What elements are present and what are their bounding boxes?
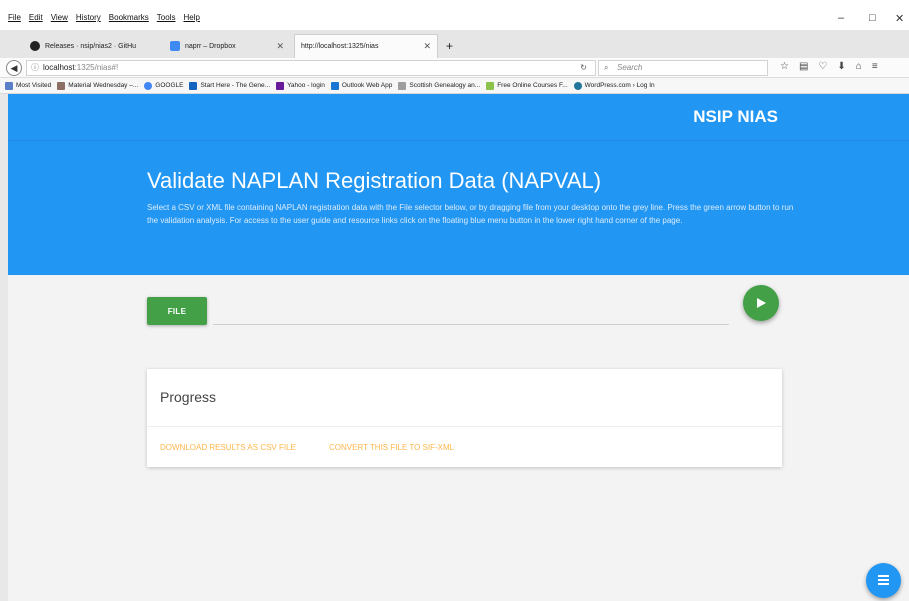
bookmark-icon [57,81,66,90]
url-path: :1325/nias#! [74,63,119,72]
menu-tools[interactable]: Tools [157,13,176,22]
menu-edit[interactable]: Edit [29,13,43,22]
toolbar-icons: ☆ ▤ ♡ ⬇ ⌂ ≡ [780,61,878,72]
download-csv-link[interactable]: DOWNLOAD RESULTS AS CSV FILE [160,443,296,452]
close-window-button[interactable]: ✕ [895,12,904,25]
bookmark-label: Start Here - The Gene... [200,82,271,89]
outlook-icon [330,81,339,90]
dropbox-icon [170,41,180,51]
convert-sif-xml-link[interactable]: CONVERT THIS FILE TO SIF-XML [329,443,454,452]
google-icon [144,81,153,90]
progress-title: Progress [160,389,217,405]
tab-dropbox[interactable]: naprr – Dropbox ✕ [164,34,290,58]
play-icon [757,298,766,308]
star-icon[interactable]: ☆ [780,61,789,72]
info-icon[interactable]: ⓘ [31,61,39,75]
yahoo-icon [276,81,285,90]
bookmark-icon [398,81,407,90]
floating-menu-button[interactable] [866,563,901,598]
tab-label: Releases · nsip/nias2 · GitHu [45,42,137,50]
hamburger-menu-icon[interactable]: ≡ [872,61,878,72]
tab-label: http://localhost:1325/nias [301,43,379,50]
app-header: NSIP NIAS [8,94,909,140]
reload-icon[interactable]: ↻ [580,61,587,75]
menu-file[interactable]: File [8,13,21,22]
bookmark-label: Material Wednesday –... [68,82,139,89]
bookmark-most-visited[interactable]: Most Visited [5,81,52,90]
url-bar[interactable]: ⓘ localhost:1325/nias#! ↻ [26,60,596,76]
bookmark-label: Scottish Genealogy an... [409,82,481,89]
card-divider [147,426,782,427]
tab-strip: Releases · nsip/nias2 · GitHu ✕ naprr – … [0,30,909,60]
navigation-bar: ◀ ⓘ localhost:1325/nias#! ↻ ⌕ Search ☆ ▤… [0,58,909,78]
search-input[interactable]: ⌕ Search [598,60,768,76]
menu-list: File Edit View History Bookmarks Tools H… [8,13,200,22]
bookmark-wordpress[interactable]: WordPress.com › Log In [573,81,655,90]
bookmark-start-here[interactable]: Start Here - The Gene... [189,81,271,90]
minimize-button[interactable]: – [838,12,844,24]
bookmark-material-wednesday[interactable]: Material Wednesday –... [57,81,139,90]
menu-help[interactable]: Help [183,13,199,22]
github-icon [30,41,40,51]
search-placeholder: Search [617,63,643,72]
reading-list-icon[interactable]: ▤ [799,61,808,72]
wordpress-icon [573,81,582,90]
close-tab-icon[interactable]: ✕ [276,41,284,52]
search-icon: ⌕ [604,63,609,72]
bookmark-icon [486,81,495,90]
bookmark-label: Most Visited [16,82,52,89]
page-description: Select a CSV or XML file containing NAPL… [147,203,794,225]
menu-history[interactable]: History [76,13,101,22]
tab-github-releases[interactable]: Releases · nsip/nias2 · GitHu ✕ [24,34,184,58]
new-tab-button[interactable]: + [440,34,459,58]
tab-label: naprr – Dropbox [185,42,236,50]
window-left-edge [0,94,8,601]
browser-menubar: File Edit View History Bookmarks Tools H… [0,0,909,30]
bookmark-label: Outlook Web App [341,82,393,89]
menu-icon [878,575,889,586]
bookmark-icon [189,81,198,90]
url-host: localhost [43,63,75,72]
back-button[interactable]: ◀ [6,60,22,76]
menu-bookmarks[interactable]: Bookmarks [109,13,149,22]
menu-view[interactable]: View [51,13,68,22]
bookmark-yahoo[interactable]: Yahoo - login [276,81,325,90]
run-validation-button[interactable] [743,285,779,321]
progress-card: Progress DOWNLOAD RESULTS AS CSV FILE CO… [147,369,782,467]
bookmark-icon [5,81,13,90]
bookmark-scottish-genealogy[interactable]: Scottish Genealogy an... [398,81,481,90]
bookmark-label: WordPress.com › Log In [584,82,655,89]
bookmarks-bar: Most Visited Material Wednesday –... GOO… [0,78,909,94]
bookmark-label: Yahoo - login [287,82,325,89]
page-title: Validate NAPLAN Registration Data (NAPVA… [147,168,602,193]
file-drop-line[interactable] [213,324,729,325]
bookmark-label: Free Online Courses F... [497,82,568,89]
download-icon[interactable]: ⬇ [837,61,845,72]
bookmark-google[interactable]: GOOGLE [144,81,184,90]
bookmark-free-online-courses[interactable]: Free Online Courses F... [486,81,568,90]
close-tab-icon[interactable]: ✕ [423,41,431,52]
pocket-icon[interactable]: ♡ [818,61,827,72]
brand-title[interactable]: NSIP NIAS [693,107,778,127]
hero-section: Validate NAPLAN Registration Data (NAPVA… [8,140,909,275]
tab-localhost-nias[interactable]: http://localhost:1325/nias ✕ [294,34,438,58]
bookmark-label: GOOGLE [155,82,184,89]
maximize-button[interactable]: □ [869,12,876,24]
file-select-button[interactable]: FILE [147,297,207,325]
bookmark-outlook[interactable]: Outlook Web App [330,81,393,90]
home-icon[interactable]: ⌂ [856,61,862,72]
